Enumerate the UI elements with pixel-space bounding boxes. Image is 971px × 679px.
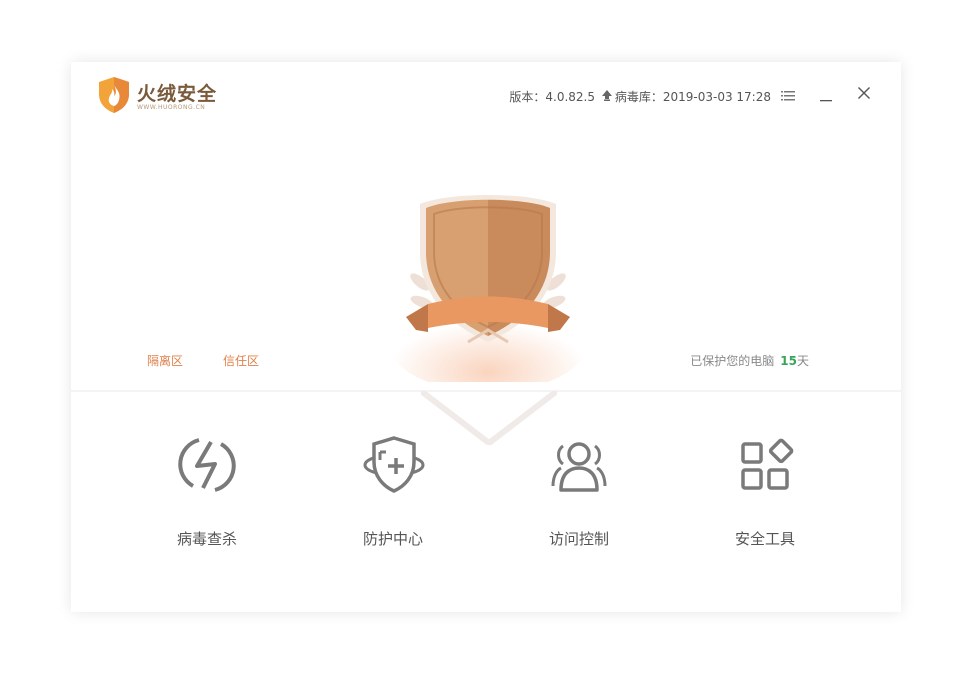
feature-access-control[interactable]: 访问控制	[509, 432, 649, 562]
virus-db-label: 病毒库：2019-03-03 17:28	[614, 90, 771, 104]
protection-days-count: 15	[780, 354, 797, 368]
feature-menu: 病毒查杀 防护中心 访问控制 安全工具	[71, 432, 901, 582]
title-bar: 版本：4.0.82.5 病毒库：2019-03-03 17:28	[501, 86, 901, 106]
app-url: WWW.HUORONG.CN	[137, 104, 206, 111]
app-window: 火绒安全 WWW.HUORONG.CN 版本：4.0.82.5 病毒库：2019…	[71, 62, 901, 612]
protection-shield-badge-icon	[388, 195, 588, 382]
trust-zone-link[interactable]: 信任区	[223, 352, 259, 369]
feature-label: 病毒查杀	[176, 530, 237, 548]
menu-icon[interactable]	[781, 89, 795, 103]
quarantine-link[interactable]: 隔离区	[147, 352, 183, 369]
feature-virus-scan[interactable]: 病毒查杀	[137, 432, 277, 562]
protection-status-area: 隔离区 信任区 已保护您的电脑 15天	[71, 132, 901, 392]
lightning-circle-icon	[178, 438, 236, 492]
close-icon[interactable]	[857, 86, 871, 100]
shield-orbit-icon	[363, 436, 425, 493]
protection-days-status: 已保护您的电脑 15天	[690, 352, 809, 369]
feature-security-tools[interactable]: 安全工具	[695, 432, 835, 562]
feature-label: 安全工具	[734, 530, 795, 548]
app-title: 火绒安全	[137, 83, 218, 105]
version-label: 版本：4.0.82.5	[509, 90, 595, 104]
minimize-icon[interactable]	[819, 88, 833, 102]
feature-label: 访问控制	[548, 530, 609, 548]
feature-protection-center[interactable]: 防护中心	[323, 432, 463, 562]
tools-grid-icon	[741, 438, 794, 490]
flame-shield-logo-icon	[99, 77, 129, 113]
protection-days-unit: 天	[796, 354, 809, 368]
upgrade-arrow-icon[interactable]	[601, 89, 613, 101]
users-icon	[551, 442, 607, 492]
feature-label: 防护中心	[362, 530, 423, 548]
protection-prefix: 已保护您的电脑	[690, 354, 775, 368]
